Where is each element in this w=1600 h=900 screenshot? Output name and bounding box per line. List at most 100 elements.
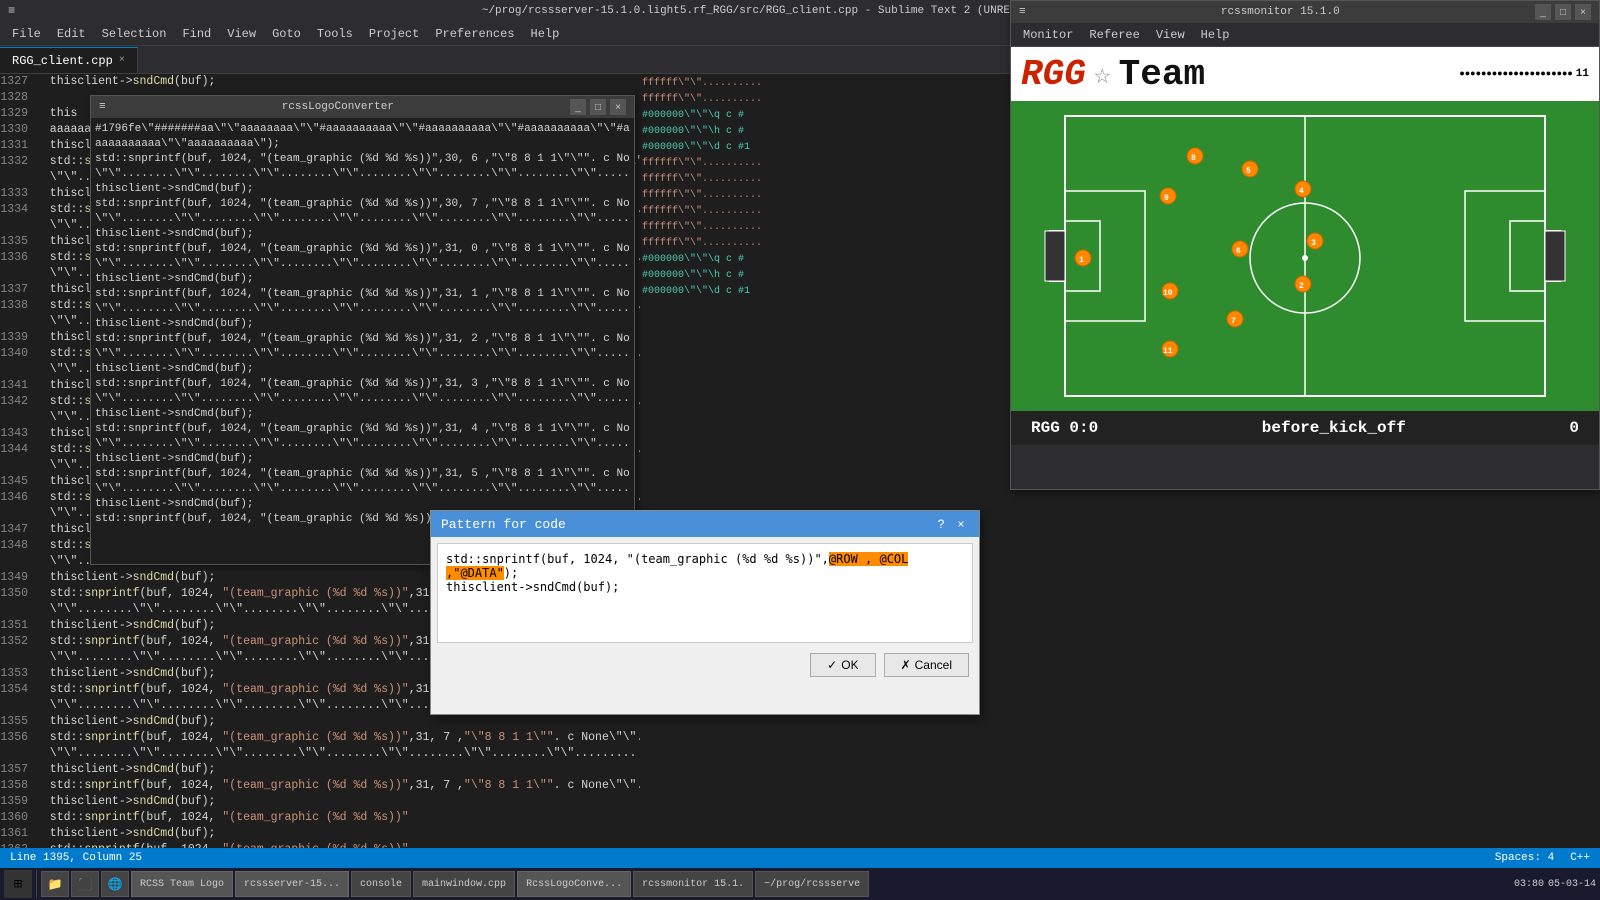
- field-svg: 8 5 9 4 6 3 10 2 7 1: [1011, 101, 1599, 411]
- taskbar-browser[interactable]: 🌐: [101, 871, 129, 897]
- taskbar-files[interactable]: 📁: [41, 871, 69, 897]
- code-line-1357: 1357 thisclient->sndCmd(buf);: [0, 762, 640, 778]
- converter-icon: ≡: [99, 101, 106, 113]
- menu-view[interactable]: View: [219, 22, 264, 45]
- code-line-1355: 1355 thisclient->sndCmd(buf);: [0, 714, 640, 730]
- converter-close[interactable]: ×: [610, 99, 626, 115]
- svg-text:1: 1: [1079, 256, 1084, 265]
- dialog-ok-button[interactable]: ✓ OK: [810, 653, 875, 677]
- dialog-footer: ✓ OK ✗ Cancel: [431, 649, 979, 681]
- menu-selection[interactable]: Selection: [94, 22, 175, 45]
- dialog-close-icon[interactable]: ×: [953, 516, 969, 532]
- menu-tools[interactable]: Tools: [309, 22, 361, 45]
- tab-close-icon[interactable]: ×: [119, 55, 125, 66]
- code-line-1356b: \"\"........\"\"........\"\"........\"\"…: [0, 746, 640, 762]
- code-line-1356: 1356 std::snprintf(buf, 1024, "(team_gra…: [0, 730, 640, 746]
- menu-edit[interactable]: Edit: [49, 22, 94, 45]
- svg-text:2: 2: [1299, 282, 1304, 291]
- taskbar-rcssmonitor[interactable]: rcssmonitor 15.1.: [633, 871, 753, 897]
- taskbar-console[interactable]: console: [351, 871, 411, 897]
- dialog-help[interactable]: ?: [933, 516, 949, 532]
- monitor-maximize[interactable]: □: [1555, 4, 1571, 20]
- monitor-icon: ≡: [1019, 6, 1026, 18]
- svg-text:8: 8: [1191, 154, 1196, 163]
- menu-preferences[interactable]: Preferences: [427, 22, 522, 45]
- status-bar: Line 1395, Column 25 Spaces: 4 C++: [0, 848, 1600, 868]
- menu-help[interactable]: Help: [523, 22, 568, 45]
- monitor-title: rcssmonitor 15.1.0: [1221, 6, 1340, 18]
- menu-project[interactable]: Project: [361, 22, 427, 45]
- taskbar: ⊞ 📁 ⬛ 🌐 RCSS Team Logo rcssserver-15... …: [0, 868, 1600, 900]
- converter-maximize[interactable]: □: [590, 99, 606, 115]
- dialog-content-area[interactable]: std::snprintf(buf, 1024, "(team_graphic …: [437, 543, 973, 643]
- monitor-menu-view[interactable]: View: [1148, 26, 1193, 44]
- player-dots: ●●●●●●●●●●●●●●●●●●●●●: [1459, 69, 1572, 79]
- code-line-1327: 1327 thisclient->sndCmd(buf);: [0, 74, 640, 90]
- dialog-title-text: Pattern for code: [441, 517, 566, 532]
- taskbar-rcss-logo[interactable]: RCSS Team Logo: [131, 871, 233, 897]
- monitor-menu-monitor[interactable]: Monitor: [1015, 26, 1081, 44]
- tab-rgg-client[interactable]: RGG_client.cpp ×: [0, 47, 138, 73]
- status-spaces: Spaces: 4: [1495, 852, 1554, 864]
- code-line-1360: 1360 std::snprintf(buf, 1024, "(team_gra…: [0, 810, 640, 826]
- taskbar-clock: 03:80 05-03-14: [1514, 879, 1596, 890]
- clock-time: 03:80: [1514, 879, 1544, 890]
- menu-find[interactable]: Find: [174, 22, 219, 45]
- dot-count: 11: [1576, 68, 1589, 80]
- pattern-dialog: Pattern for code ? × std::snprintf(buf, …: [430, 510, 980, 715]
- taskbar-terminal[interactable]: ⬛: [71, 871, 99, 897]
- status-language: C++: [1570, 852, 1590, 864]
- status-position: Line 1395, Column 25: [10, 852, 142, 864]
- dialog-controls: ? ×: [933, 516, 969, 532]
- monitor-window: ≡ rcssmonitor 15.1.0 _ □ × Monitor Refer…: [1010, 0, 1600, 490]
- dialog-code-line2: thisclient->sndCmd(buf);: [446, 580, 964, 594]
- code-line-1361: 1361 thisclient->sndCmd(buf);: [0, 826, 640, 842]
- dialog-code-line1: std::snprintf(buf, 1024, "(team_graphic …: [446, 552, 964, 580]
- star-icon: ☆: [1094, 57, 1111, 92]
- monitor-logo-bar: RGG ☆ Team ●●●●●●●●●●●●●●●●●●●●● 11: [1011, 47, 1599, 101]
- svg-text:11: 11: [1163, 347, 1173, 356]
- taskbar-mainwindow[interactable]: mainwindow.cpp: [413, 871, 515, 897]
- converter-title: rcssLogoConverter: [282, 101, 394, 113]
- ok-check-icon: ✓: [827, 658, 837, 672]
- score-status: before_kick_off: [1262, 419, 1406, 437]
- svg-text:4: 4: [1299, 187, 1304, 196]
- menu-file[interactable]: File: [4, 22, 49, 45]
- team-text: Team: [1119, 54, 1205, 95]
- converter-minimize[interactable]: _: [570, 99, 586, 115]
- code-line-1359: 1359 thisclient->sndCmd(buf);: [0, 794, 640, 810]
- score-bar: RGG 0:0 before_kick_off 0: [1011, 411, 1599, 445]
- ok-label: OK: [841, 658, 858, 672]
- svg-text:10: 10: [1163, 289, 1173, 298]
- start-button[interactable]: ⊞: [4, 870, 32, 898]
- taskbar-rcsslogo-conv[interactable]: RcssLogoConve...: [517, 871, 631, 897]
- score-left: RGG 0:0: [1031, 419, 1098, 437]
- rgg-logo-text: RGG: [1021, 54, 1086, 95]
- clock-date: 05-03-14: [1548, 879, 1596, 890]
- taskbar-rcssserver[interactable]: rcssserver-15...: [235, 871, 349, 897]
- monitor-menu-help[interactable]: Help: [1193, 26, 1238, 44]
- status-right: Spaces: 4 C++: [1495, 852, 1590, 864]
- svg-text:6: 6: [1236, 247, 1241, 256]
- converter-title-bar: ≡ rcssLogoConverter _ □ ×: [91, 96, 634, 118]
- score-num: 0: [1569, 419, 1579, 437]
- monitor-menu-referee[interactable]: Referee: [1081, 26, 1147, 44]
- monitor-close[interactable]: ×: [1575, 4, 1591, 20]
- dialog-title-bar: Pattern for code ? ×: [431, 511, 979, 537]
- svg-text:3: 3: [1311, 239, 1316, 248]
- window-icon: ≡: [8, 4, 15, 18]
- monitor-minimize[interactable]: _: [1535, 4, 1551, 20]
- tab-label: RGG_client.cpp: [12, 54, 113, 68]
- cancel-label: Cancel: [915, 658, 952, 672]
- monitor-menu: Monitor Referee View Help: [1011, 23, 1599, 47]
- converter-content: #1796fe\"#######aa\"\"aaaaaaaa\"\"#aaaaa…: [91, 118, 634, 564]
- menu-goto[interactable]: Goto: [264, 22, 309, 45]
- taskbar-prog[interactable]: ~/prog/rcssserve: [755, 871, 869, 897]
- right-code-panel: ffffff\"\".......... ffffff\"\".........…: [640, 74, 810, 880]
- code-line-1358: 1358 std::snprintf(buf, 1024, "(team_gra…: [0, 778, 640, 794]
- soccer-field: 8 5 9 4 6 3 10 2 7 1: [1011, 101, 1599, 411]
- monitor-title-bar: ≡ rcssmonitor 15.1.0 _ □ ×: [1011, 1, 1599, 23]
- dialog-cancel-button[interactable]: ✗ Cancel: [884, 653, 969, 677]
- svg-text:9: 9: [1164, 194, 1169, 203]
- cancel-x-icon: ✗: [901, 658, 911, 672]
